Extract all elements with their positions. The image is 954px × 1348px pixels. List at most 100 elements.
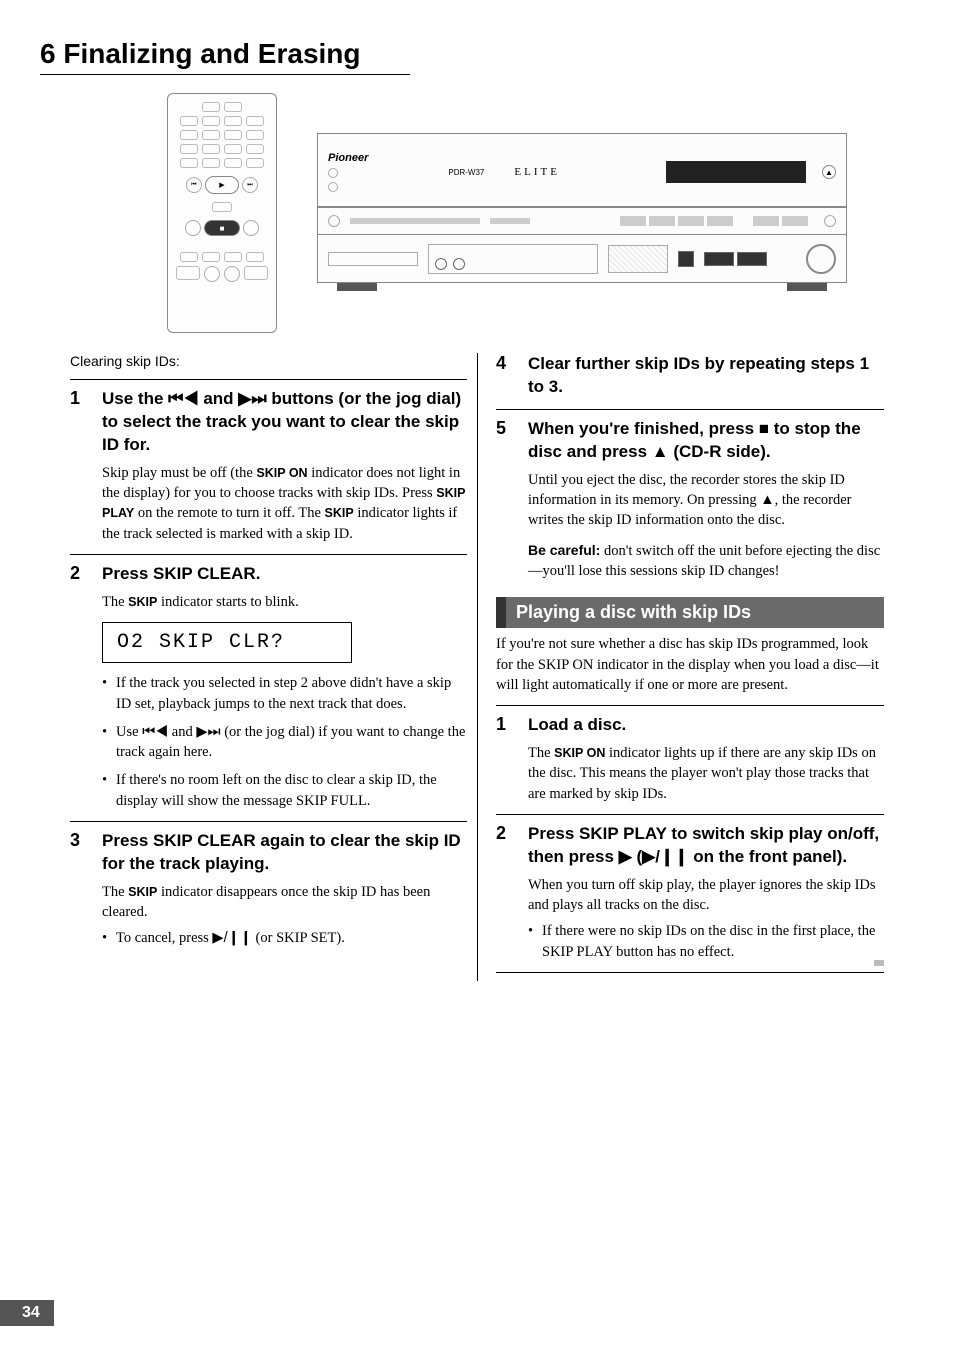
step-number: 4 bbox=[496, 353, 514, 399]
unit-stop-icon bbox=[737, 252, 767, 266]
unit-play-pause-icon bbox=[704, 252, 734, 266]
chapter-number: 6 bbox=[40, 38, 56, 69]
text: The bbox=[528, 745, 554, 761]
lcd-text: O2 SKIP CLR? bbox=[117, 631, 285, 654]
play-icon: ▶ bbox=[619, 847, 632, 866]
text: (or bbox=[252, 930, 276, 946]
step-5-careful: Be careful: don't switch off the unit be… bbox=[528, 541, 884, 582]
step-5-heading: When you're finished, press ■ to stop th… bbox=[528, 418, 884, 464]
kw-skip-full: SKIP FULL bbox=[296, 793, 367, 809]
prev-track-icon: ⏮◀ bbox=[142, 724, 168, 740]
eject-icon: ▲ bbox=[652, 442, 669, 461]
text: (CD-R side). bbox=[669, 442, 771, 461]
left-column: Clearing skip IDs: 1 Use the ⏮◀ and ▶⏭ b… bbox=[70, 353, 477, 981]
text: When you're finished, press bbox=[528, 419, 759, 438]
eject-icon: ▲ bbox=[760, 492, 774, 508]
remote-next-icon: ⏭ bbox=[242, 177, 258, 193]
unit-brand: Pioneer bbox=[328, 152, 368, 164]
step-2-bullets: If the track you selected in step 2 abov… bbox=[102, 673, 467, 811]
step-2-body: The SKIP indicator starts to blink. bbox=[102, 592, 467, 612]
kw-skip-play: SKIP PLAY bbox=[542, 944, 613, 960]
chapter-title: Finalizing and Erasing bbox=[63, 38, 360, 69]
text: on the remote to turn it off. The bbox=[134, 505, 324, 521]
step-3: 3 Press SKIP CLEAR again to clear the sk… bbox=[70, 830, 467, 876]
unit-eject-icon: ▲ bbox=[822, 165, 836, 179]
text: . bbox=[367, 793, 371, 809]
remote-prev-icon: ⏮ bbox=[186, 177, 202, 193]
step-3-heading: Press SKIP CLEAR again to clear the skip… bbox=[102, 830, 467, 876]
step-number: 2 bbox=[70, 563, 88, 586]
step-2: 2 Press SKIP CLEAR. bbox=[70, 563, 467, 586]
lcd-display: O2 SKIP CLR? bbox=[102, 622, 352, 663]
play-pause-icon: ▶/❙❙ bbox=[642, 847, 688, 866]
step-number: 1 bbox=[70, 388, 88, 457]
section-heading: Playing a disc with skip IDs bbox=[496, 597, 884, 628]
unit-elite: ELITE bbox=[514, 166, 560, 178]
page-number: 34 bbox=[0, 1300, 54, 1326]
step-number: 5 bbox=[496, 418, 514, 464]
step-1: 1 Use the ⏮◀ and ▶⏭ buttons (or the jog … bbox=[70, 388, 467, 457]
step-2-heading: Press SKIP CLEAR. bbox=[102, 563, 260, 586]
text: ( bbox=[632, 847, 642, 866]
step-number: 1 bbox=[496, 714, 514, 737]
list-item: If there were no skip IDs on the disc in… bbox=[528, 921, 884, 962]
kw-skip-set: SKIP SET bbox=[276, 930, 336, 946]
kw-skip-on: SKIP ON bbox=[538, 657, 593, 673]
unit-jog-dial bbox=[806, 244, 836, 274]
text: If there were no skip IDs on the disc in… bbox=[542, 923, 875, 939]
kw-skip: SKIP bbox=[128, 595, 157, 609]
text: To cancel, press bbox=[116, 930, 212, 946]
step-1-heading: Use the ⏮◀ and ▶⏭ buttons (or the jog di… bbox=[102, 388, 467, 457]
kw-skip: SKIP bbox=[128, 885, 157, 899]
remote-play-icon: ▶ bbox=[205, 176, 239, 194]
unit-model: PDR-W37 bbox=[448, 168, 484, 177]
chapter-heading: 6 Finalizing and Erasing bbox=[40, 38, 410, 75]
stop-icon: ■ bbox=[759, 419, 769, 438]
figures-row: ⏮ ▶ ⏭ ■ Pioneer PDR-W37 ELITE bbox=[130, 93, 884, 333]
kw-skip: SKIP bbox=[325, 506, 354, 520]
list-item: Use ⏮◀ and ▶⏭ (or the jog dial) if you w… bbox=[102, 722, 467, 763]
clearing-intro: Clearing skip IDs: bbox=[70, 353, 467, 369]
text: on the front panel). bbox=[688, 847, 847, 866]
step-3-bullets: To cancel, press ▶/❙❙ (or SKIP SET). bbox=[102, 928, 467, 948]
step-1-body: Skip play must be off (the SKIP ON indic… bbox=[102, 463, 467, 544]
text: If there's no room left on the disc to c… bbox=[116, 772, 437, 808]
step-5-body: Until you eject the disc, the recorder s… bbox=[528, 470, 884, 531]
kw-skip-on: SKIP ON bbox=[554, 746, 605, 760]
play-step-2-bullets: If there were no skip IDs on the disc in… bbox=[528, 921, 884, 962]
play-step-2: 2 Press SKIP PLAY to switch skip play on… bbox=[496, 823, 884, 869]
play-step-1-heading: Load a disc. bbox=[528, 714, 626, 737]
page-corner-mark bbox=[874, 960, 884, 966]
next-track-icon: ▶⏭ bbox=[238, 389, 266, 408]
list-item: To cancel, press ▶/❙❙ (or SKIP SET). bbox=[102, 928, 467, 948]
step-4: 4 Clear further skip IDs by repeating st… bbox=[496, 353, 884, 399]
text: and bbox=[168, 724, 196, 740]
text: indicator starts to blink. bbox=[157, 594, 298, 610]
remote-illustration: ⏮ ▶ ⏭ ■ bbox=[167, 93, 277, 333]
play-step-2-body: When you turn off skip play, the player … bbox=[528, 875, 884, 916]
step-4-heading: Clear further skip IDs by repeating step… bbox=[528, 353, 884, 399]
text: ). bbox=[336, 930, 344, 946]
remote-stop-icon: ■ bbox=[204, 220, 240, 236]
step-3-body: The SKIP indicator disappears once the s… bbox=[102, 882, 467, 923]
text: and bbox=[199, 389, 239, 408]
text: Use bbox=[116, 724, 142, 740]
be-careful-label: Be careful: bbox=[528, 542, 600, 558]
unit-display bbox=[666, 161, 806, 183]
list-item: If there's no room left on the disc to c… bbox=[102, 770, 467, 811]
right-column: 4 Clear further skip IDs by repeating st… bbox=[477, 353, 884, 981]
text: button has no effect. bbox=[613, 944, 735, 960]
step-number: 2 bbox=[496, 823, 514, 869]
step-number: 3 bbox=[70, 830, 88, 876]
play-step-1-body: The SKIP ON indicator lights up if there… bbox=[528, 743, 884, 804]
section-intro: If you're not sure whether a disc has sk… bbox=[496, 634, 884, 695]
text: Use the bbox=[102, 389, 168, 408]
text: Skip play must be off (the bbox=[102, 465, 256, 481]
list-item: If the track you selected in step 2 abov… bbox=[102, 673, 467, 714]
play-pause-icon: ▶/❙❙ bbox=[212, 930, 251, 946]
play-step-2-heading: Press SKIP PLAY to switch skip play on/o… bbox=[528, 823, 884, 869]
play-step-1: 1 Load a disc. bbox=[496, 714, 884, 737]
unit-illustration: Pioneer PDR-W37 ELITE ▲ bbox=[317, 133, 847, 293]
kw-skip-on: SKIP ON bbox=[256, 466, 307, 480]
next-track-icon: ▶⏭ bbox=[196, 724, 220, 740]
